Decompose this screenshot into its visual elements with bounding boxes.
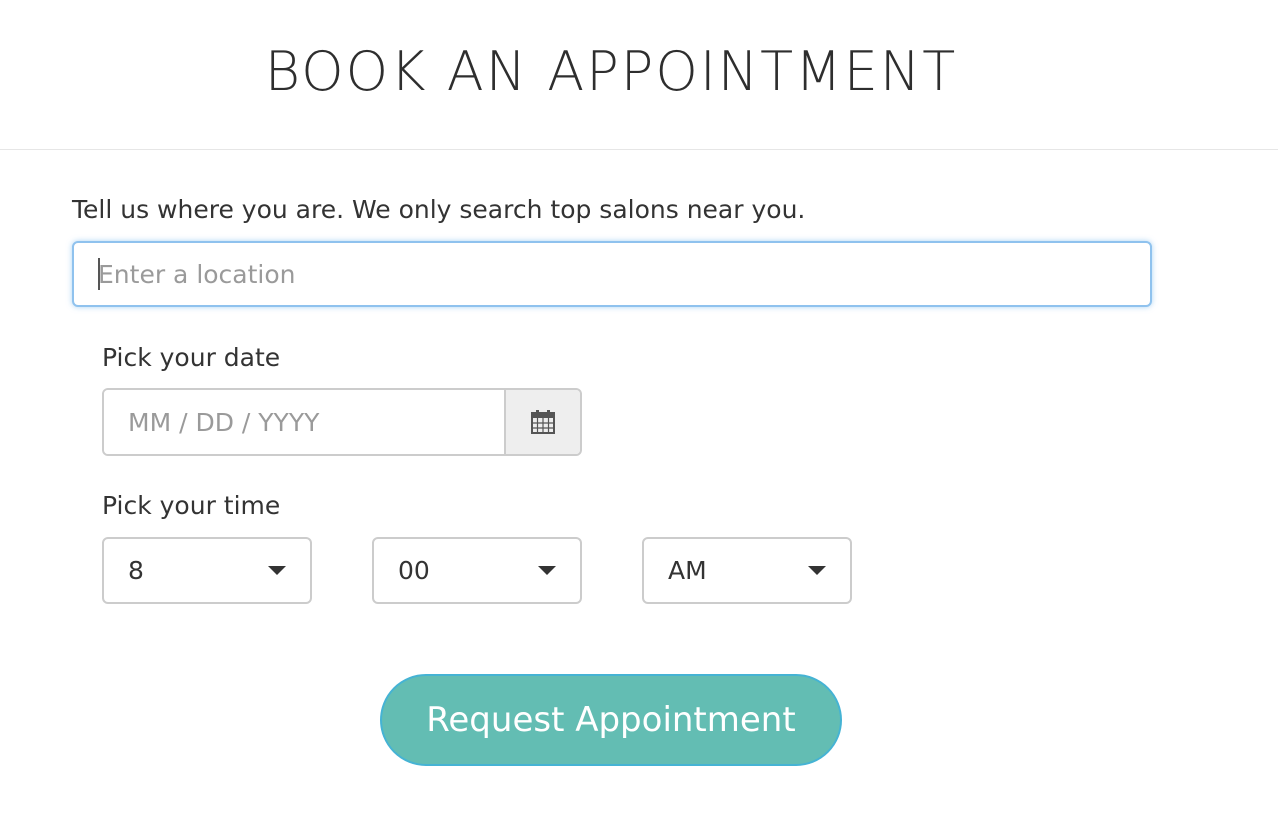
dropdown-arrow-icon <box>268 566 286 575</box>
page-title: BOOK AN APPOINTMENT <box>264 40 958 103</box>
period-value: AM <box>668 556 707 585</box>
calendar-button[interactable] <box>504 390 580 454</box>
location-input[interactable] <box>72 241 1152 307</box>
minute-value: 00 <box>398 556 430 585</box>
request-appointment-button[interactable]: Request Appointment <box>380 674 842 766</box>
date-picker <box>102 388 582 456</box>
header: BOOK AN APPOINTMENT <box>0 0 1278 150</box>
dropdown-arrow-icon <box>538 566 556 575</box>
date-input[interactable] <box>104 390 504 454</box>
date-label: Pick your date <box>102 343 281 372</box>
text-cursor <box>98 258 100 290</box>
period-select[interactable]: AM <box>642 537 852 604</box>
minute-select[interactable]: 00 <box>372 537 582 604</box>
time-label: Pick your time <box>102 491 281 520</box>
hour-select[interactable]: 8 <box>102 537 312 604</box>
hour-value: 8 <box>128 556 144 585</box>
calendar-icon <box>531 410 555 434</box>
dropdown-arrow-icon <box>808 566 826 575</box>
location-label: Tell us where you are. We only search to… <box>72 195 806 224</box>
